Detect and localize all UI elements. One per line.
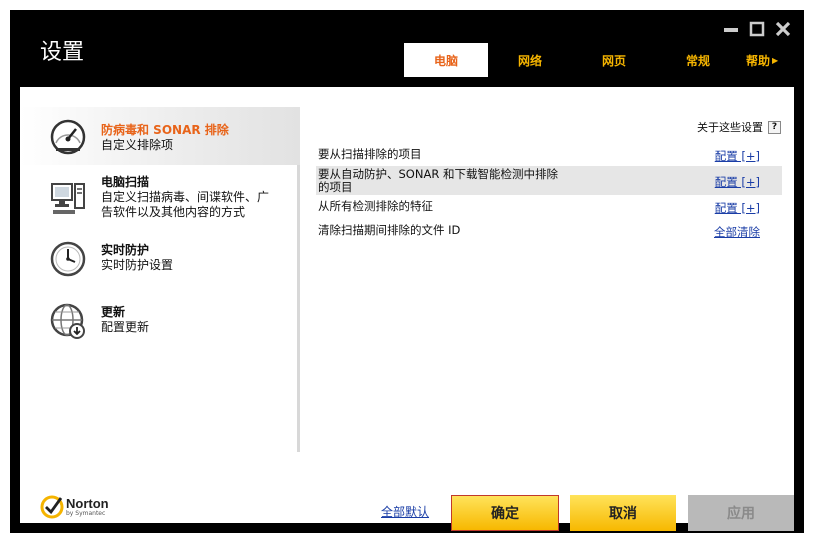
tab-general[interactable]: 常规 bbox=[656, 43, 740, 77]
tab-help-label: 帮助 bbox=[746, 53, 771, 68]
help-icon[interactable]: ? bbox=[768, 120, 781, 134]
sidebar-item-title: 实时防护 bbox=[101, 243, 150, 257]
tab-bar: 电脑 网络 网页 常规 帮助 ▶ bbox=[404, 43, 788, 77]
row-label-line: 的项目 bbox=[318, 180, 353, 194]
sidebar-item-title: 防病毒和 SONAR 排除 bbox=[101, 123, 229, 137]
row-label: 要从扫描排除的项目 bbox=[318, 147, 422, 161]
settings-window: 设置 电脑 网络 网页 常规 帮助 ▶ 防病毒和 SONAR 排除 自定义排除项… bbox=[10, 10, 804, 533]
close-icon[interactable] bbox=[772, 18, 794, 40]
content-panel: 防病毒和 SONAR 排除 自定义排除项 电脑扫描 自定义扫描病毒、间谍软件、广… bbox=[20, 87, 794, 531]
sidebar: 防病毒和 SONAR 排除 自定义排除项 电脑扫描 自定义扫描病毒、间谍软件、广… bbox=[20, 107, 300, 452]
gauge-icon bbox=[50, 119, 86, 155]
sidebar-item-title: 电脑扫描 bbox=[101, 175, 150, 189]
sidebar-item-desc: 实时防护设置 bbox=[101, 258, 174, 272]
window-title: 设置 bbox=[40, 40, 85, 65]
ok-button[interactable]: 确定 bbox=[451, 495, 559, 531]
tab-web[interactable]: 网页 bbox=[572, 43, 656, 77]
sidebar-item-desc: 自定义排除项 bbox=[101, 138, 174, 152]
window-controls bbox=[720, 18, 794, 40]
minimize-icon[interactable] bbox=[720, 18, 742, 40]
row-label: 清除扫描期间排除的文件 ID bbox=[318, 223, 461, 237]
row-label-line: 要从自动防护、SONAR 和下载智能检测中排除 bbox=[318, 167, 558, 181]
sidebar-item-desc: 告软件以及其他内容的方式 bbox=[101, 205, 246, 219]
exclusion-row-file-ids: 清除扫描期间排除的文件 ID 全部清除 bbox=[316, 223, 782, 240]
configure-link[interactable]: 配置 [+] bbox=[715, 200, 760, 216]
norton-logo-sub: by Symantec bbox=[66, 509, 106, 517]
chevron-right-icon: ▶ bbox=[772, 55, 779, 65]
configure-link[interactable]: 配置 [+] bbox=[715, 148, 760, 164]
title-bar: 设置 电脑 网络 网页 常规 帮助 ▶ bbox=[10, 10, 804, 77]
sidebar-item-computer-scan[interactable]: 电脑扫描 自定义扫描病毒、间谍软件、广 告软件以及其他内容的方式 bbox=[20, 173, 300, 231]
footer: Norton by Symantec 全部默认 确定 取消 应用 bbox=[20, 467, 794, 531]
tab-help[interactable]: 帮助 ▶ bbox=[740, 43, 788, 77]
sidebar-item-text: 电脑扫描 自定义扫描病毒、间谍软件、广 告软件以及其他内容的方式 bbox=[101, 175, 269, 220]
globe-download-icon bbox=[50, 303, 85, 339]
norton-logo-text: Norton by Symantec bbox=[66, 495, 109, 517]
row-label: 从所有检测排除的特征 bbox=[318, 199, 433, 213]
configure-link[interactable]: 配置 [+] bbox=[715, 174, 760, 190]
clear-all-link[interactable]: 全部清除 bbox=[714, 224, 760, 240]
sidebar-item-text: 更新 配置更新 bbox=[101, 305, 149, 335]
sidebar-item-text: 实时防护 实时防护设置 bbox=[101, 243, 173, 273]
sidebar-item-update[interactable]: 更新 配置更新 bbox=[20, 297, 300, 347]
computer-icon bbox=[51, 183, 85, 214]
sidebar-item-desc: 自定义扫描病毒、间谍软件、广 bbox=[101, 190, 270, 204]
norton-logo: Norton by Symantec bbox=[40, 495, 109, 519]
settings-main: 关于这些设置 ? 要从扫描排除的项目 配置 [+] 要从自动防护、SONAR 和… bbox=[310, 87, 794, 467]
apply-button[interactable]: 应用 bbox=[688, 495, 794, 531]
sidebar-item-realtime-protection[interactable]: 实时防护 实时防护设置 bbox=[20, 235, 300, 285]
norton-check-icon bbox=[40, 495, 64, 519]
about-settings: 关于这些设置 ? bbox=[697, 119, 781, 135]
sidebar-item-title: 更新 bbox=[101, 305, 126, 319]
row-label: 要从自动防护、SONAR 和下载智能检测中排除 的项目 bbox=[318, 168, 558, 194]
exclusion-row-scan-items: 要从扫描排除的项目 配置 [+] bbox=[316, 147, 782, 164]
clock-icon bbox=[50, 241, 86, 277]
sidebar-item-text: 防病毒和 SONAR 排除 自定义排除项 bbox=[101, 123, 229, 153]
exclusion-row-autoprotect-sonar: 要从自动防护、SONAR 和下载智能检测中排除 的项目 配置 [+] bbox=[316, 166, 782, 195]
norton-logo-name: Norton bbox=[66, 495, 109, 511]
sidebar-item-antivirus-sonar[interactable]: 防病毒和 SONAR 排除 自定义排除项 bbox=[20, 107, 300, 165]
tab-computer[interactable]: 电脑 bbox=[404, 43, 488, 77]
about-settings-label: 关于这些设置 bbox=[697, 121, 763, 134]
exclusion-row-signatures: 从所有检测排除的特征 配置 [+] bbox=[316, 199, 782, 216]
sidebar-item-desc: 配置更新 bbox=[101, 320, 150, 334]
tab-network[interactable]: 网络 bbox=[488, 43, 572, 77]
cancel-button[interactable]: 取消 bbox=[570, 495, 676, 531]
restore-defaults-link[interactable]: 全部默认 bbox=[381, 503, 429, 520]
maximize-icon[interactable] bbox=[746, 18, 768, 40]
